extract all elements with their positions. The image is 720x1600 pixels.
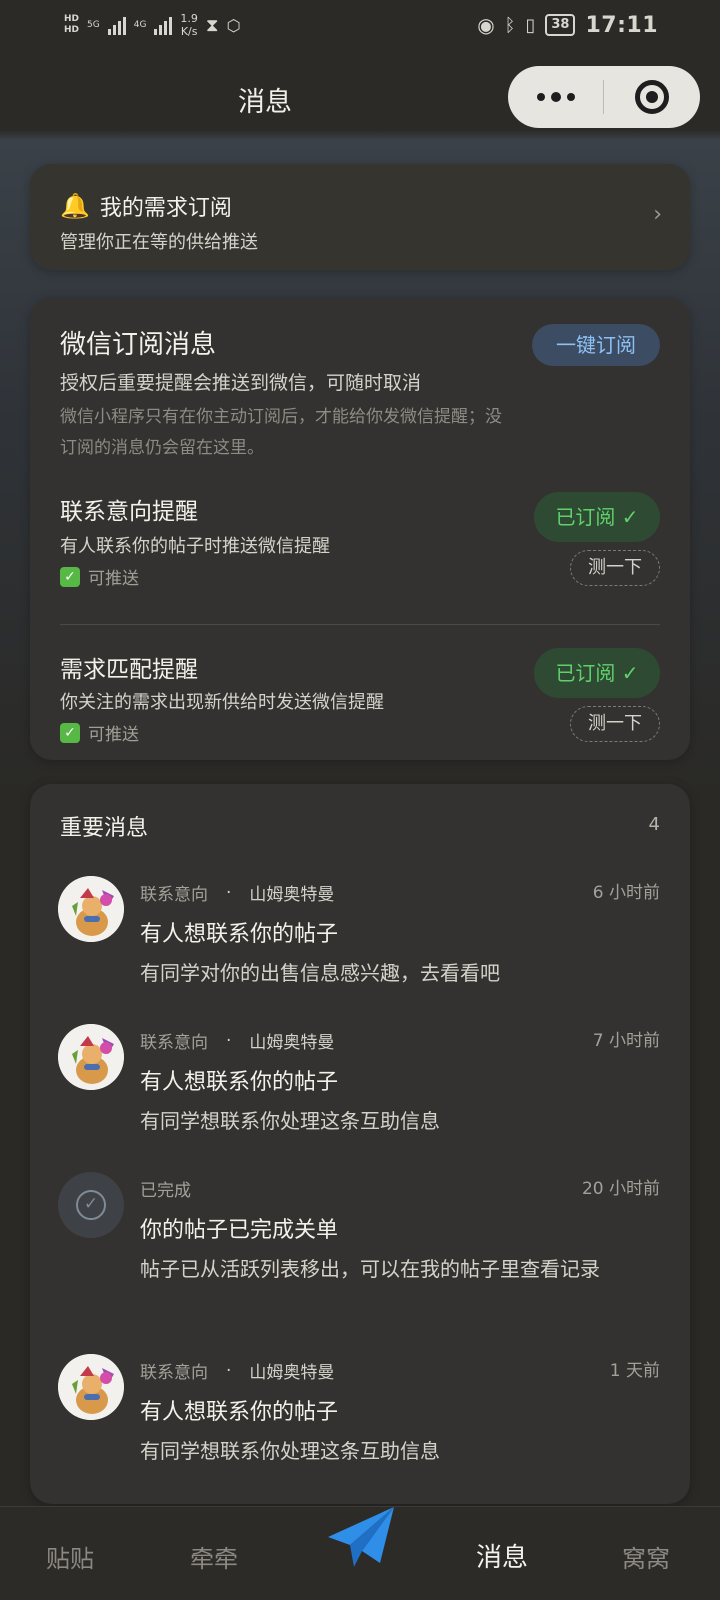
message-title: 你的帖子已完成关单 [140,1218,339,1243]
message-category: 联系意向 [140,885,208,905]
message-author: 山姆奥特曼 [249,1033,335,1053]
hd-label-1: HD [64,14,80,24]
tab-tietie[interactable]: 贴贴 [46,1539,94,1574]
message-meta: 已完成 [140,1176,191,1201]
nav-bar: 消息 [0,50,720,130]
subscribed-button[interactable]: 已订阅 ✓ [534,492,660,542]
messages-count: 4 [648,814,660,835]
messages-header: 重要消息 [60,816,149,841]
wechat-card-note: 微信小程序只有在你主动订阅后，才能给你发微信提醒；没订阅的消息仍会留在这里。 [60,407,502,458]
more-menu-icon[interactable] [508,66,603,128]
subscription-title: 我的需求订阅 [99,196,232,221]
reminder-status: ✓ 可推送 [60,564,139,589]
page-title: 消息 [238,87,292,118]
meta-separator: · [226,1030,232,1051]
message-author: 山姆奥特曼 [249,885,335,905]
bottom-tab-bar: 贴贴 牵牵 消息 窝窝 [0,1506,720,1600]
message-meta: 联系意向 · 山姆奥特曼 [140,1028,335,1054]
clock: 17:11 [585,12,658,38]
hd-label-2: HD [64,25,80,35]
message-time: 20 小时前 [581,1179,660,1199]
reminder-description: 有人联系你的帖子时推送微信提醒 [60,536,330,557]
test-button[interactable]: 测一下 [570,706,660,742]
message-time: 6 小时前 [592,883,660,903]
avatar [58,1024,124,1090]
network-5g-label: 5G [87,20,100,30]
meta-separator: · [226,882,232,903]
message-meta: 联系意向 · 山姆奥特曼 [140,1358,335,1384]
eye-icon: ◉ [477,13,495,37]
wechat-card-description: 授权后重要提醒会推送到微信，可随时取消 [60,372,422,394]
check-mark-icon: ✓ [60,566,80,587]
wechat-subscription-card: 微信订阅消息 一键订阅 授权后重要提醒会推送到微信，可随时取消 微信小程序只有在… [30,298,690,760]
tab-messages[interactable]: 消息 [476,1537,528,1574]
app-notification-icon: ⬡ [226,15,241,35]
completed-avatar: ✓ [58,1172,124,1238]
reminder-status-text: 可推送 [88,569,139,589]
test-button[interactable]: 测一下 [570,550,660,586]
chevron-right-icon: › [653,202,662,227]
status-bar: HD HD 5G 4G 1.9 K/s ⧗ ⬡ ◉ ᛒ ▯ 38 17:11 [0,0,720,50]
hourglass-icon: ⧗ [205,14,219,36]
demand-subscription-card[interactable]: 🔔 我的需求订阅 管理你正在等的供给推送 › [30,164,690,270]
message-body: 有同学对你的出售信息感兴趣，去看看吧 [140,961,500,985]
reminder-status-text: 可推送 [88,725,139,745]
close-miniprogram-icon[interactable] [604,66,700,128]
network-4g-label: 4G [133,20,147,30]
message-item[interactable]: 联系意向 · 山姆奥特曼 1 天前 有人想联系你的帖子 有同学想联系你处理这条互… [30,1354,690,1494]
message-time: 7 小时前 [592,1031,660,1051]
subscription-description: 管理你正在等的供给推送 [60,232,258,253]
reminder-title: 联系意向提醒 [60,499,198,525]
status-bar-right: ◉ ᛒ ▯ 38 17:11 [477,13,658,38]
bluetooth-icon: ᛒ [504,14,516,36]
message-category: 已完成 [140,1181,191,1201]
signal-icon [107,15,126,35]
message-body: 有同学想联系你处理这条互助信息 [140,1439,440,1463]
important-messages-card: 重要消息 4 联系意向 · 山姆奥特曼 6 小时前 有人想联系你的帖子 有同学对… [30,784,690,1504]
meta-separator: · [226,1360,232,1381]
speed-value: 1.9 [180,12,198,25]
message-item[interactable]: ✓ 已完成 20 小时前 你的帖子已完成关单 帖子已从活跃列表移出，可以在我的帖… [30,1172,690,1342]
message-title: 有人想联系你的帖子 [140,1400,339,1425]
message-item[interactable]: 联系意向 · 山姆奥特曼 6 小时前 有人想联系你的帖子 有同学对你的出售信息感… [30,876,690,1016]
subscribed-button[interactable]: 已订阅 ✓ [534,648,660,698]
reminder-title: 需求匹配提醒 [60,657,198,683]
speed-unit: K/s [180,25,198,38]
message-body: 有同学想联系你处理这条互助信息 [140,1109,440,1133]
status-bar-left: HD HD 5G 4G 1.9 K/s ⧗ ⬡ [64,12,241,38]
message-category: 联系意向 [140,1363,208,1383]
subscribe-all-button[interactable]: 一键订阅 [532,324,660,366]
message-title: 有人想联系你的帖子 [140,1070,339,1095]
contact-intent-reminder-row: 联系意向提醒 有人联系你的帖子时推送微信提醒 ✓ 可推送 已订阅 ✓ 测一下 [30,488,690,624]
wechat-card-title: 微信订阅消息 [60,330,217,360]
bell-icon: 🔔 [60,192,90,220]
message-item[interactable]: 联系意向 · 山姆奥特曼 7 小时前 有人想联系你的帖子 有同学想联系你处理这条… [30,1024,690,1164]
message-category: 联系意向 [140,1033,208,1053]
hd-indicator: HD HD [64,14,79,36]
signal-icon-2 [154,15,173,35]
message-time: 1 天前 [609,1361,660,1381]
avatar [58,1354,124,1420]
message-title: 有人想联系你的帖子 [140,922,339,947]
vibrate-icon: ▯ [525,14,536,36]
row-divider [60,624,660,625]
message-author: 山姆奥特曼 [249,1363,335,1383]
message-body: 帖子已从活跃列表移出，可以在我的帖子里查看记录 [140,1257,600,1281]
demand-match-reminder-row: 需求匹配提醒 你关注的需求出现新供给时发送微信提醒 ✓ 可推送 已订阅 ✓ 测一… [30,624,690,760]
subscription-title-row: 🔔 我的需求订阅 [60,190,232,222]
battery-icon: 38 [545,14,576,36]
avatar [58,876,124,942]
message-meta: 联系意向 · 山姆奥特曼 [140,880,335,906]
miniprogram-capsule [508,66,700,128]
check-mark-icon: ✓ [60,722,80,743]
check-circle-icon: ✓ [76,1190,106,1220]
reminder-description: 你关注的需求出现新供给时发送微信提醒 [60,692,384,713]
paper-plane-icon[interactable] [324,1503,398,1573]
reminder-status: ✓ 可推送 [60,720,139,745]
tab-qianqian[interactable]: 牵牵 [190,1539,238,1574]
tab-wowo[interactable]: 窝窝 [622,1539,670,1574]
network-speed: 1.9 K/s [180,12,198,38]
